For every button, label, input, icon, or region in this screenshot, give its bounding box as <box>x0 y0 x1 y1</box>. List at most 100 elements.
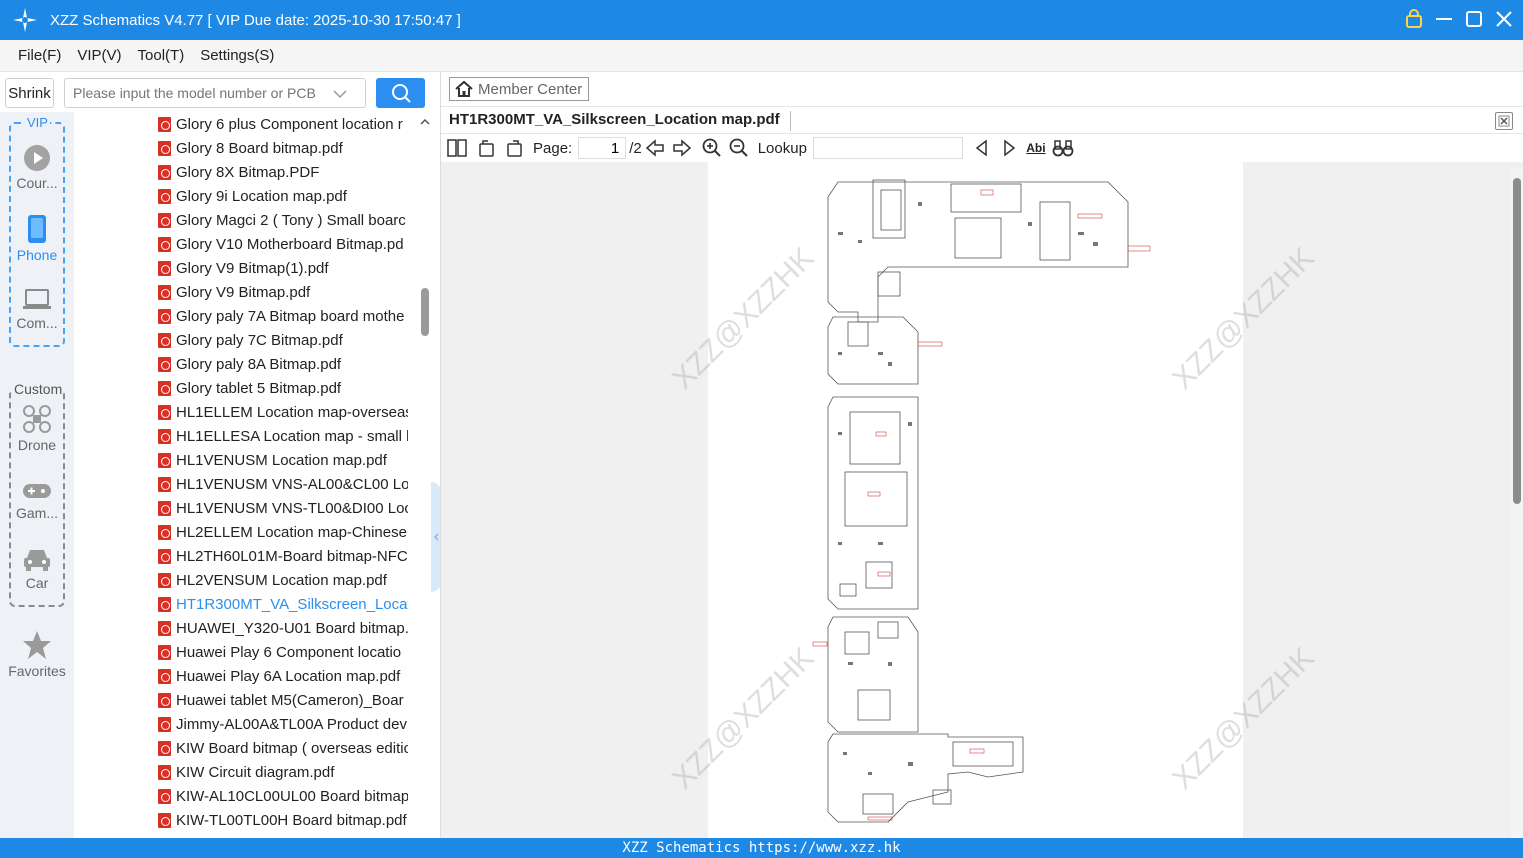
pdf-file-icon <box>158 644 171 660</box>
file-list-item[interactable]: Huawei Play 6 Component locatio <box>74 640 418 664</box>
file-list-item[interactable]: Glory 8 Board bitmap.pdf <box>74 136 418 160</box>
member-center-button[interactable]: Member Center <box>449 77 590 101</box>
file-list-item[interactable]: Glory 6 plus Component location r <box>74 112 418 136</box>
file-name: Glory 8X Bitmap.PDF <box>176 163 320 181</box>
page-number-input[interactable] <box>578 137 627 159</box>
file-list-item[interactable]: KIW-TL00TL00H Board bitmap.pdf <box>74 808 418 832</box>
file-list-item[interactable]: Glory paly 8A Bitmap.pdf <box>74 352 418 376</box>
pdf-file-icon <box>158 332 171 348</box>
file-name: HT1R300MT_VA_Silkscreen_Locatic <box>176 595 408 613</box>
pdf-file-icon <box>158 740 171 756</box>
minimize-icon[interactable] <box>1435 8 1453 30</box>
page-total: /2 <box>629 139 642 157</box>
file-list-item[interactable]: HL2TH60L01M-Board bitmap-NFC. <box>74 544 418 568</box>
file-list-item[interactable]: Glory 9i Location map.pdf <box>74 184 418 208</box>
find-previous-icon[interactable] <box>971 137 993 159</box>
lock-icon[interactable] <box>1405 8 1423 30</box>
file-list-item[interactable]: HL1VENUSM VNS-AL00&CL00 Loca <box>74 472 418 496</box>
menu-settings[interactable]: Settings(S) <box>200 47 274 64</box>
viewer-scroll-thumb[interactable] <box>1513 178 1521 504</box>
file-name: HL1ELLESA Location map - small b <box>176 427 408 445</box>
pdf-file-icon <box>158 500 171 516</box>
file-list-scrollbar[interactable] <box>419 112 431 838</box>
file-list-item[interactable]: Glory paly 7C Bitmap.pdf <box>74 328 418 352</box>
file-list-item[interactable]: Glory V10 Motherboard Bitmap.pd <box>74 232 418 256</box>
maximize-icon[interactable] <box>1465 8 1483 30</box>
file-list-item[interactable]: HL1VENUSM Location map.pdf <box>74 448 418 472</box>
file-list-item[interactable]: Huawei tablet M5(Cameron)_Boar <box>74 688 418 712</box>
file-name: KIW Board bitmap ( overseas editic <box>176 739 408 757</box>
menu-tool[interactable]: Tool(T) <box>138 47 185 64</box>
lookup-input[interactable] <box>812 137 963 159</box>
find-next-icon[interactable] <box>998 137 1020 159</box>
file-list-item[interactable]: Jimmy-AL00A&TL00A Product dev <box>74 712 418 736</box>
file-list-item[interactable]: HL1ELLESA Location map - small b <box>74 424 418 448</box>
file-list-scroll-thumb[interactable] <box>421 288 429 336</box>
binoculars-icon[interactable] <box>1052 137 1074 159</box>
file-list-item[interactable]: HL1ELLEM Location map-overseas. <box>74 400 418 424</box>
viewer-scrollbar[interactable] <box>1511 168 1523 838</box>
file-list-item[interactable]: Glory tablet 5 Bitmap.pdf <box>74 376 418 400</box>
category-games[interactable]: Gam... <box>0 480 74 521</box>
category-computer[interactable]: Com... <box>0 288 74 331</box>
document-viewer[interactable]: XZZ@XZZHK XZZ@XZZHK XZZ@XZZHK XZZ@XZZHK <box>441 162 1523 838</box>
drone-icon <box>23 405 51 433</box>
search-input[interactable] <box>73 85 333 101</box>
pdf-file-icon <box>158 308 171 324</box>
zoom-out-icon[interactable] <box>728 137 750 159</box>
file-list-item[interactable]: Glory paly 7A Bitmap board mothe <box>74 304 418 328</box>
rotate-left-icon[interactable] <box>476 137 498 159</box>
file-name: HL2TH60L01M-Board bitmap-NFC. <box>176 547 408 565</box>
category-phone[interactable]: Phone <box>0 214 74 263</box>
two-page-view-icon[interactable] <box>446 137 468 159</box>
file-list-item[interactable]: Glory V9 Bitmap.pdf <box>74 280 418 304</box>
previous-page-icon[interactable] <box>644 137 666 159</box>
document-tab-bar: HT1R300MT_VA_Silkscreen_Location map.pdf <box>441 106 1523 134</box>
file-list-item[interactable]: KIW Board bitmap ( overseas editic <box>74 736 418 760</box>
pdf-file-icon <box>158 548 171 564</box>
file-name: HL2ELLEM Location map-Chinese.p <box>176 523 408 541</box>
file-list-item[interactable]: Glory Magci 2 ( Tony ) Small boarc <box>74 208 418 232</box>
pdf-file-icon <box>158 476 171 492</box>
search-button[interactable] <box>376 78 425 108</box>
scroll-up-icon[interactable] <box>419 116 431 128</box>
file-list-item[interactable]: KIW Circuit diagram.pdf <box>74 760 418 784</box>
chevron-down-icon[interactable] <box>333 84 347 103</box>
file-list-item[interactable]: HL1VENUSM VNS-TL00&DI00 Loca <box>74 496 418 520</box>
file-name: Glory tablet 5 Bitmap.pdf <box>176 379 342 397</box>
pdf-file-icon <box>158 524 171 540</box>
file-list-item[interactable]: Glory 8X Bitmap.PDF <box>74 160 418 184</box>
document-tab[interactable]: HT1R300MT_VA_Silkscreen_Location map.pdf <box>449 111 791 131</box>
shrink-button[interactable]: Shrink <box>5 78 54 108</box>
pdf-file-icon <box>158 812 171 828</box>
menu-file[interactable]: File(F) <box>18 47 61 64</box>
file-list-item[interactable]: KIW-AL10CL00UL00 Board bitmap. <box>74 784 418 808</box>
search-box[interactable] <box>64 78 366 108</box>
file-list-item[interactable]: HT1R300MT_VA_Silkscreen_Locatic <box>74 592 418 616</box>
title-bar: XZZ Schematics V4.77 [ VIP Due date: 202… <box>0 0 1523 40</box>
category-car[interactable]: Car <box>0 546 74 591</box>
file-list-item[interactable]: HL2VENSUM Location map.pdf <box>74 568 418 592</box>
category-drone[interactable]: Drone <box>0 404 74 453</box>
file-name: Glory Magci 2 ( Tony ) Small boarc <box>176 211 406 229</box>
file-list-item[interactable]: HL2ELLEM Location map-Chinese.p <box>74 520 418 544</box>
file-name: KIW-AL10CL00UL00 Board bitmap. <box>176 787 408 805</box>
rotate-right-icon[interactable] <box>503 137 525 159</box>
file-name: HL1VENUSM VNS-AL00&CL00 Loca <box>176 475 408 493</box>
close-icon[interactable] <box>1495 8 1513 30</box>
file-list-item[interactable]: HUAWEI_Y320-U01 Board bitmap.p <box>74 616 418 640</box>
category-favorites[interactable]: Favorites <box>0 630 74 679</box>
laptop-icon <box>23 289 51 309</box>
close-tab-button[interactable] <box>1495 112 1513 130</box>
file-list-item[interactable]: Huawei Play 6A Location map.pdf <box>74 664 418 688</box>
zoom-in-icon[interactable] <box>701 137 723 159</box>
match-case-icon[interactable]: Abi <box>1025 137 1047 159</box>
status-bar: XZZ Schematics https://www.xzz.hk <box>0 838 1523 858</box>
next-page-icon[interactable] <box>671 137 693 159</box>
file-list-item[interactable]: Glory V9 Bitmap(1).pdf <box>74 256 418 280</box>
category-label: Favorites <box>8 663 66 679</box>
menu-vip[interactable]: VIP(V) <box>77 47 121 64</box>
menu-bar: File(F) VIP(V) Tool(T) Settings(S) <box>0 40 1523 72</box>
category-courses[interactable]: Cour... <box>0 144 74 191</box>
file-name: Glory V9 Bitmap(1).pdf <box>176 259 329 277</box>
